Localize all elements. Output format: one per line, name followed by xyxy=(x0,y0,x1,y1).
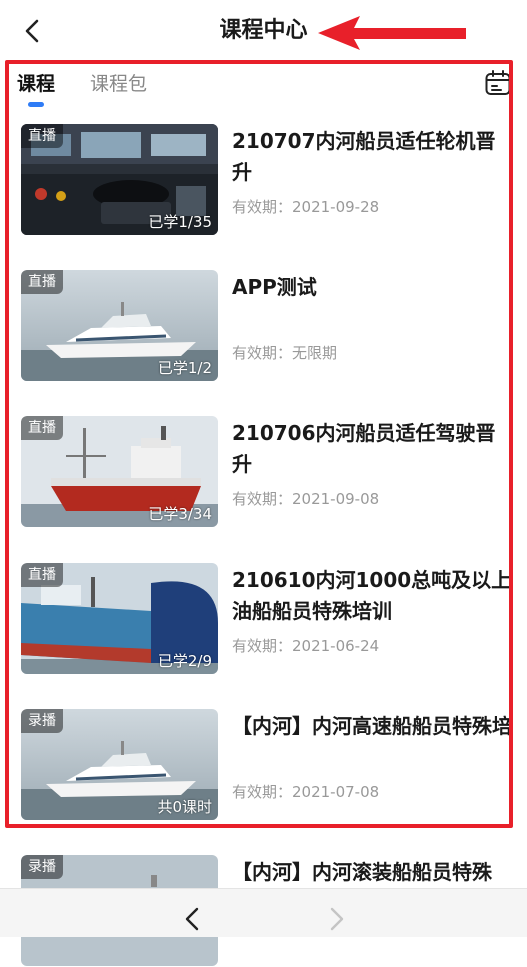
validity-date: 有效期：2021-06-24 xyxy=(232,637,380,655)
tab-courses[interactable]: 课程 xyxy=(17,70,55,98)
tab-bar: 课程 课程包 xyxy=(0,62,527,108)
live-tag: 直播 xyxy=(21,563,63,587)
header: 课程中心 xyxy=(0,0,527,62)
calendar-button[interactable] xyxy=(484,69,512,97)
progress-label: 已学3/34 xyxy=(148,505,212,523)
live-tag: 直播 xyxy=(21,270,63,294)
course-thumbnail: 直播 已学1/35 xyxy=(21,124,218,235)
course-title: 210706内河船员适任驾驶晋升 xyxy=(232,421,496,476)
browser-back-button[interactable] xyxy=(180,906,206,936)
course-thumbnail: 录播 共0课时 xyxy=(21,709,218,820)
live-tag: 直播 xyxy=(21,124,63,148)
tab-course-packages[interactable]: 课程包 xyxy=(90,70,147,98)
course-thumbnail: 直播 已学1/2 xyxy=(21,270,218,381)
live-tag: 直播 xyxy=(21,416,63,440)
browser-forward-button[interactable] xyxy=(323,906,349,936)
bottom-navigation-bar xyxy=(0,888,527,937)
validity-date: 有效期：2021-09-28 xyxy=(232,198,380,216)
lesson-count-label: 共0课时 xyxy=(157,798,212,816)
progress-label: 已学1/2 xyxy=(157,359,212,377)
red-arrow-annotation-icon xyxy=(318,16,466,50)
course-title: 【内河】内河高速船船员特殊培 xyxy=(232,714,512,738)
course-item[interactable]: 直播 已学1/2 APP测试 有效期：无限期 xyxy=(0,270,527,382)
course-item[interactable]: 直播 已学2/9 210610内河1000总吨及以上油船船员特殊培训 有效期：2… xyxy=(0,563,527,675)
validity-date: 有效期：2021-09-08 xyxy=(232,490,380,508)
browser-back-icon xyxy=(185,907,199,931)
course-title: 【内河】内河滚装船船员特殊 xyxy=(232,860,492,884)
course-thumbnail: 直播 已学2/9 xyxy=(21,563,218,674)
course-thumbnail: 直播 已学3/34 xyxy=(21,416,218,527)
browser-forward-icon xyxy=(330,907,344,931)
progress-label: 已学1/35 xyxy=(148,213,212,231)
course-title: APP测试 xyxy=(232,275,317,299)
recorded-tag: 录播 xyxy=(21,855,63,879)
course-title: 210707内河船员适任轮机晋升 xyxy=(232,129,496,184)
course-item[interactable]: 直播 已学3/34 210706内河船员适任驾驶晋升 有效期：2021-09-0… xyxy=(0,416,527,528)
course-item[interactable]: 录播 共0课时 【内河】内河高速船船员特殊培 有效期：2021-07-08 xyxy=(0,709,527,821)
recorded-tag: 录播 xyxy=(21,709,63,733)
progress-label: 已学2/9 xyxy=(157,652,212,670)
course-item[interactable]: 直播 已学1/35 210707内河船员适任轮机晋升 有效期：2021-09-2… xyxy=(0,124,527,236)
validity-date: 有效期：2021-07-08 xyxy=(232,783,380,801)
calendar-icon xyxy=(485,70,511,95)
course-title: 210610内河1000总吨及以上油船船员特殊培训 xyxy=(232,568,512,623)
validity-date: 有效期：无限期 xyxy=(232,344,338,362)
active-tab-indicator xyxy=(28,102,44,107)
